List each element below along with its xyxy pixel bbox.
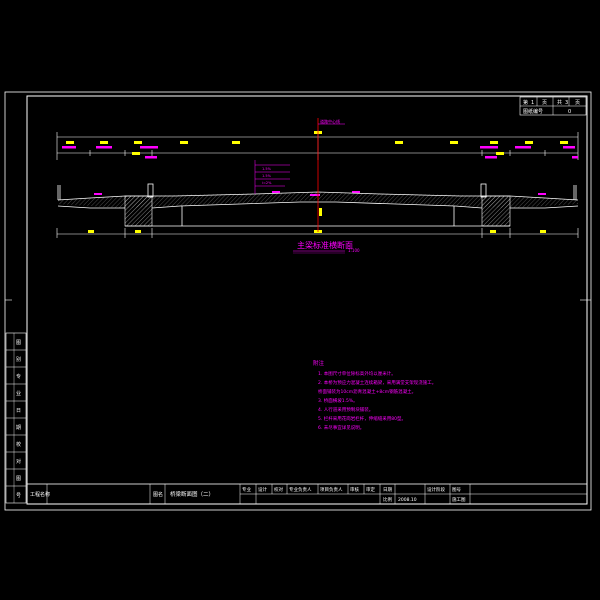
cross-slope-label: i=2% [262, 181, 272, 185]
signature-3: 专业负责人 [289, 486, 312, 493]
notes-heading: 附注 [313, 359, 325, 367]
strip-label-8: 图 [16, 476, 21, 482]
sheet-value-0: 1 [531, 100, 534, 106]
strip-label-3: 业 [16, 390, 21, 397]
strip-label-4: 日 [16, 408, 21, 414]
drawing-name: 桥梁断面图（二） [170, 490, 214, 498]
inner-frame [26, 95, 588, 505]
strip-label-0: 图 [16, 340, 21, 346]
strip-label-7: 对 [16, 458, 21, 465]
strip-label-6: 校 [16, 441, 21, 448]
drawing-name-label: 图名 [153, 491, 163, 498]
note-item-5: 5. 栏杆采用花岗岩栏杆，伸缩缝采用80型。 [318, 415, 406, 422]
note-item-6: 6. 未尽事宜详见说明。 [318, 424, 364, 431]
sheet-value-1: 3 [565, 100, 568, 106]
section-title: 主梁标准横断面 [297, 240, 353, 250]
strip-label-5: 期 [16, 425, 21, 431]
top-dimension-chain [56, 130, 579, 160]
signature-4: 项目负责人 [320, 486, 343, 493]
scale-label: 比例 [383, 496, 392, 503]
map-no-label: 图号 [452, 487, 461, 493]
strip-label-2: 专 [16, 373, 21, 380]
signature-2: 校对 [274, 486, 283, 493]
map-no-value: 施工图 [452, 496, 466, 503]
left-title-strip: 图 别 专 业 日 期 校 对 图 号 [5, 332, 27, 504]
date-label: 日期 [383, 487, 392, 493]
centerline-label: 道路中心线 [320, 118, 340, 124]
note-item-0: 1. 本图尺寸单位除标高外均以厘米计。 [318, 370, 396, 377]
signature-6: 审定 [366, 486, 375, 493]
pavement-leader-notes: 1.5% 1.5% i=2% [254, 160, 290, 194]
drawing-no-label: 图纸编号 [523, 108, 543, 115]
date-value: 2008.10 [398, 497, 417, 503]
sheet-label-2: 共 [557, 99, 562, 106]
cad-drawing-sheet: 图 别 专 业 日 期 校 对 图 号 第 1 页 共 3 页 图纸编号 0 工… [4, 91, 592, 511]
bottom-title-block: 工程名称 图名 桥梁断面图（二） 专业 设计 校对 专业负责人 项目负责人 审核… [26, 483, 588, 505]
signature-1: 设计 [258, 486, 267, 493]
strip-label-9: 号 [16, 493, 21, 499]
signature-0: 专业 [242, 486, 251, 493]
sheet-label-1: 页 [542, 100, 547, 106]
note-item-1: 2. 本桥为预应力混凝土连续箱梁，采用满堂支架现浇施工。 [318, 379, 436, 386]
note-item-4: 4. 人行道采用预制块铺装。 [318, 406, 373, 413]
project-label: 工程名称 [30, 491, 50, 498]
scale-note: 1:100 [348, 248, 360, 253]
slope-note-0: 1.5% [262, 167, 272, 171]
slope-note-1: 1.5% [262, 174, 272, 178]
notes-block: 附注 1. 本图尺寸单位除标高外均以厘米计。 2. 本桥为预应力混凝土连续箱梁，… [313, 359, 436, 431]
note-item-2: 桥面铺装为10cm沥青混凝土+8cm钢筋混凝土。 [318, 388, 416, 395]
sheet-label-3: 页 [575, 100, 580, 106]
sheet-index-block: 第 1 页 共 3 页 图纸编号 0 [519, 96, 587, 116]
note-item-3: 3. 桥面横坡1.5%。 [318, 397, 358, 404]
stage-label: 设计阶段 [427, 486, 445, 493]
signature-5: 审核 [350, 486, 359, 493]
drawing-no-value: 0 [568, 109, 571, 115]
strip-label-1: 别 [16, 356, 21, 363]
sheet-label-0: 第 [523, 99, 528, 106]
